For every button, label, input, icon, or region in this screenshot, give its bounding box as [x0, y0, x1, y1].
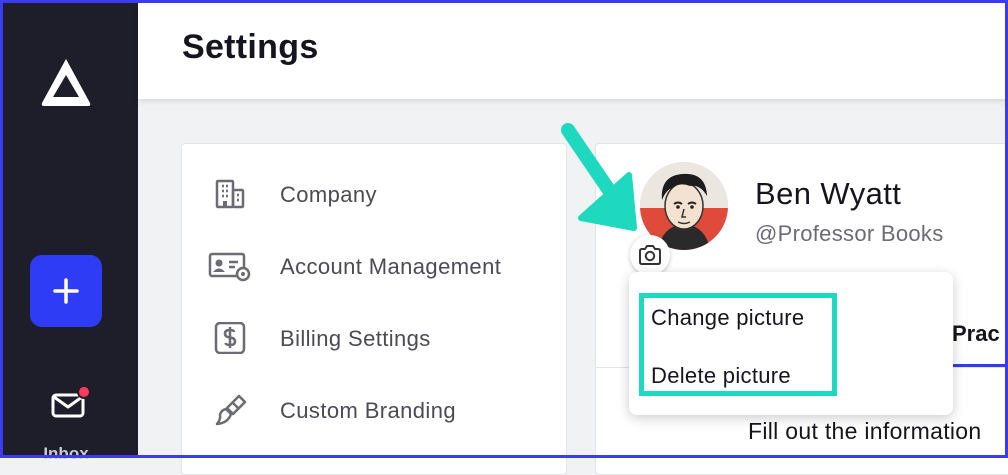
profile-name: Ben Wyatt [755, 176, 902, 211]
callout-arrow-icon [561, 123, 637, 231]
unread-badge [77, 385, 91, 399]
menu-item-account-management[interactable]: Account Management [182, 236, 566, 296]
inbox-label[interactable]: Inbox [30, 444, 102, 464]
change-picture-option[interactable]: Change picture [651, 305, 804, 331]
id-card-gear-icon [208, 252, 251, 282]
menu-label-custom-branding: Custom Branding [280, 398, 456, 423]
page-header: Settings [138, 0, 1008, 99]
sidebar-rail: Inbox [0, 0, 138, 463]
create-button[interactable] [30, 255, 102, 327]
menu-item-custom-branding[interactable]: Custom Branding [182, 380, 566, 440]
delete-picture-option[interactable]: Delete picture [651, 363, 791, 389]
tab-practice[interactable]: Prac [952, 321, 1000, 347]
building-icon [215, 179, 245, 209]
menu-label-account-management: Account Management [280, 254, 502, 279]
paintbrush-icon [215, 394, 247, 426]
menu-label-billing-settings: Billing Settings [280, 326, 431, 351]
profile-handle: @Professor Books [755, 221, 944, 246]
profile-intro-text: Fill out the information [748, 418, 982, 444]
settings-menu: Company Account Management Billing Setti… [181, 143, 567, 475]
menu-item-billing-settings[interactable]: Billing Settings [182, 308, 566, 368]
page-title: Settings [182, 28, 319, 66]
app-logo-icon[interactable] [38, 55, 94, 109]
dollar-doc-icon [214, 322, 246, 354]
menu-label-company: Company [280, 182, 377, 207]
menu-item-company[interactable]: Company [182, 164, 566, 224]
plus-icon [53, 278, 79, 304]
